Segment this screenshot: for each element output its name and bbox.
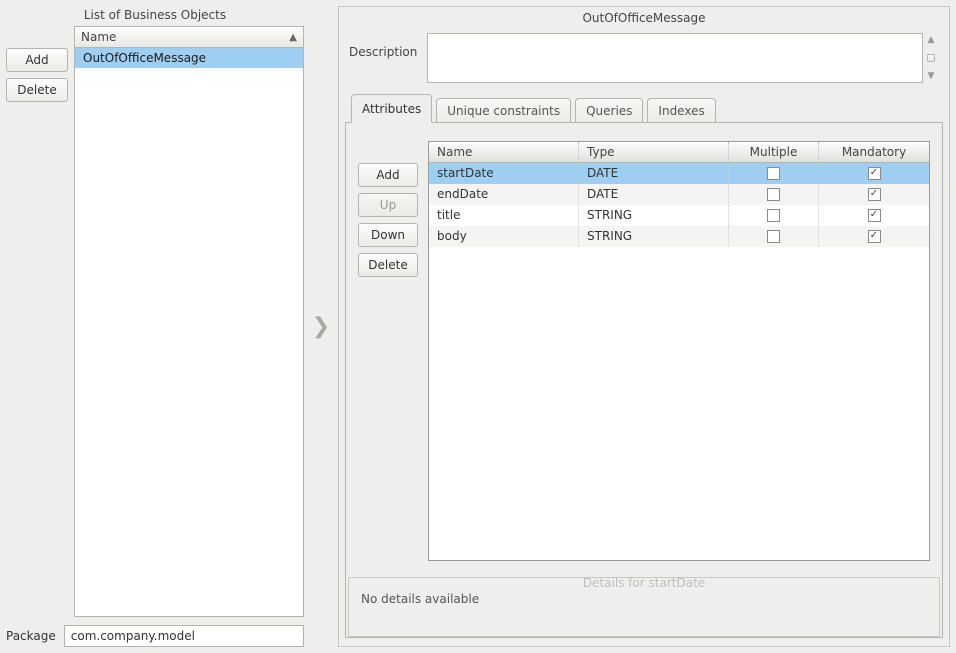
pane-separator[interactable]: ❯ <box>310 6 332 647</box>
app-root: List of Business Objects Add Delete Name… <box>0 0 956 653</box>
description-label: Description <box>349 33 417 83</box>
cell-mandatory: ✓ <box>819 205 929 225</box>
checkbox-multiple[interactable] <box>767 167 780 180</box>
cell-mandatory: ✓ <box>819 226 929 246</box>
table-row[interactable]: endDateDATE ✓ <box>429 184 929 205</box>
tab-attributes[interactable]: Attributes <box>351 94 432 123</box>
th-multiple[interactable]: Multiple <box>729 142 819 162</box>
scroll-thumb <box>927 54 935 62</box>
business-objects-pane: List of Business Objects Add Delete Name… <box>6 6 304 647</box>
package-input[interactable] <box>64 625 304 647</box>
tabs: AttributesUnique constraintsQueriesIndex… <box>343 94 945 123</box>
tab-indexes[interactable]: Indexes <box>647 98 715 123</box>
description-wrap: ▲ ▼ <box>427 33 939 83</box>
attr-up-button[interactable]: Up <box>358 193 418 217</box>
package-row: Package <box>6 625 304 647</box>
cell-multiple <box>729 226 819 246</box>
chevron-right-icon: ❯ <box>312 314 330 339</box>
cell-name: startDate <box>429 163 579 183</box>
checkbox-multiple[interactable] <box>767 230 780 243</box>
business-objects-title: List of Business Objects <box>6 6 304 26</box>
bo-column-header-label: Name <box>81 30 116 44</box>
bo-delete-button[interactable]: Delete <box>6 78 68 102</box>
cell-mandatory: ✓ <box>819 184 929 204</box>
business-objects-buttons: Add Delete <box>6 26 68 617</box>
table-row[interactable]: titleSTRING ✓ <box>429 205 929 226</box>
th-name[interactable]: Name <box>429 142 579 162</box>
attributes-thead: Name Type Multiple Mandatory <box>429 142 929 163</box>
attr-down-button[interactable]: Down <box>358 223 418 247</box>
bo-add-button[interactable]: Add <box>6 48 68 72</box>
th-type[interactable]: Type <box>579 142 729 162</box>
description-scrollbar[interactable]: ▲ ▼ <box>923 33 939 83</box>
details-text: No details available <box>361 592 927 606</box>
cell-type: DATE <box>579 184 729 204</box>
cell-name: title <box>429 205 579 225</box>
cell-name: endDate <box>429 184 579 204</box>
cell-multiple <box>729 184 819 204</box>
table-row[interactable]: startDateDATE ✓ <box>429 163 929 184</box>
table-row[interactable]: bodySTRING ✓ <box>429 226 929 247</box>
cell-type: STRING <box>579 226 729 246</box>
attr-add-button[interactable]: Add <box>358 163 418 187</box>
attributes-tbody[interactable]: startDateDATE✓endDateDATE✓titleSTRING✓bo… <box>429 163 929 560</box>
details-legend: Details for startDate <box>583 576 705 590</box>
tab-panel-attributes: Add Up Down Delete Name Type Multiple Ma… <box>345 122 943 638</box>
business-objects-list[interactable]: OutOfOfficeMessage <box>74 48 304 617</box>
object-title: OutOfOfficeMessage <box>343 9 945 29</box>
business-objects-body: Add Delete Name ▲ OutOfOfficeMessage <box>6 26 304 617</box>
bo-list-item[interactable]: OutOfOfficeMessage <box>75 48 303 68</box>
description-row: Description ▲ ▼ <box>343 29 945 93</box>
th-mandatory[interactable]: Mandatory <box>819 142 929 162</box>
cell-name: body <box>429 226 579 246</box>
cell-multiple <box>729 163 819 183</box>
checkbox-multiple[interactable] <box>767 188 780 201</box>
scroll-up-icon: ▲ <box>928 35 935 45</box>
business-objects-list-wrap: Name ▲ OutOfOfficeMessage <box>74 26 304 617</box>
description-textarea[interactable] <box>427 33 923 83</box>
checkbox-mandatory[interactable]: ✓ <box>868 209 881 222</box>
cell-mandatory: ✓ <box>819 163 929 183</box>
tab-queries[interactable]: Queries <box>575 98 643 123</box>
checkbox-mandatory[interactable]: ✓ <box>868 188 881 201</box>
bo-column-header[interactable]: Name ▲ <box>74 26 304 48</box>
attributes-area: Add Up Down Delete Name Type Multiple Ma… <box>346 123 942 571</box>
checkbox-mandatory[interactable]: ✓ <box>868 167 881 180</box>
object-editor-pane: OutOfOfficeMessage Description ▲ ▼ Attri… <box>338 6 950 647</box>
attributes-buttons: Add Up Down Delete <box>358 141 418 561</box>
cell-multiple <box>729 205 819 225</box>
attr-delete-button[interactable]: Delete <box>358 253 418 277</box>
cell-type: DATE <box>579 163 729 183</box>
sort-ascending-icon: ▲ <box>289 32 297 43</box>
attributes-table: Name Type Multiple Mandatory startDateDA… <box>428 141 930 561</box>
checkbox-mandatory[interactable]: ✓ <box>868 230 881 243</box>
cell-type: STRING <box>579 205 729 225</box>
package-label: Package <box>6 629 56 643</box>
checkbox-multiple[interactable] <box>767 209 780 222</box>
details-box: Details for startDate No details availab… <box>348 577 940 637</box>
tab-unique[interactable]: Unique constraints <box>436 98 571 123</box>
scroll-down-icon: ▼ <box>928 71 935 81</box>
